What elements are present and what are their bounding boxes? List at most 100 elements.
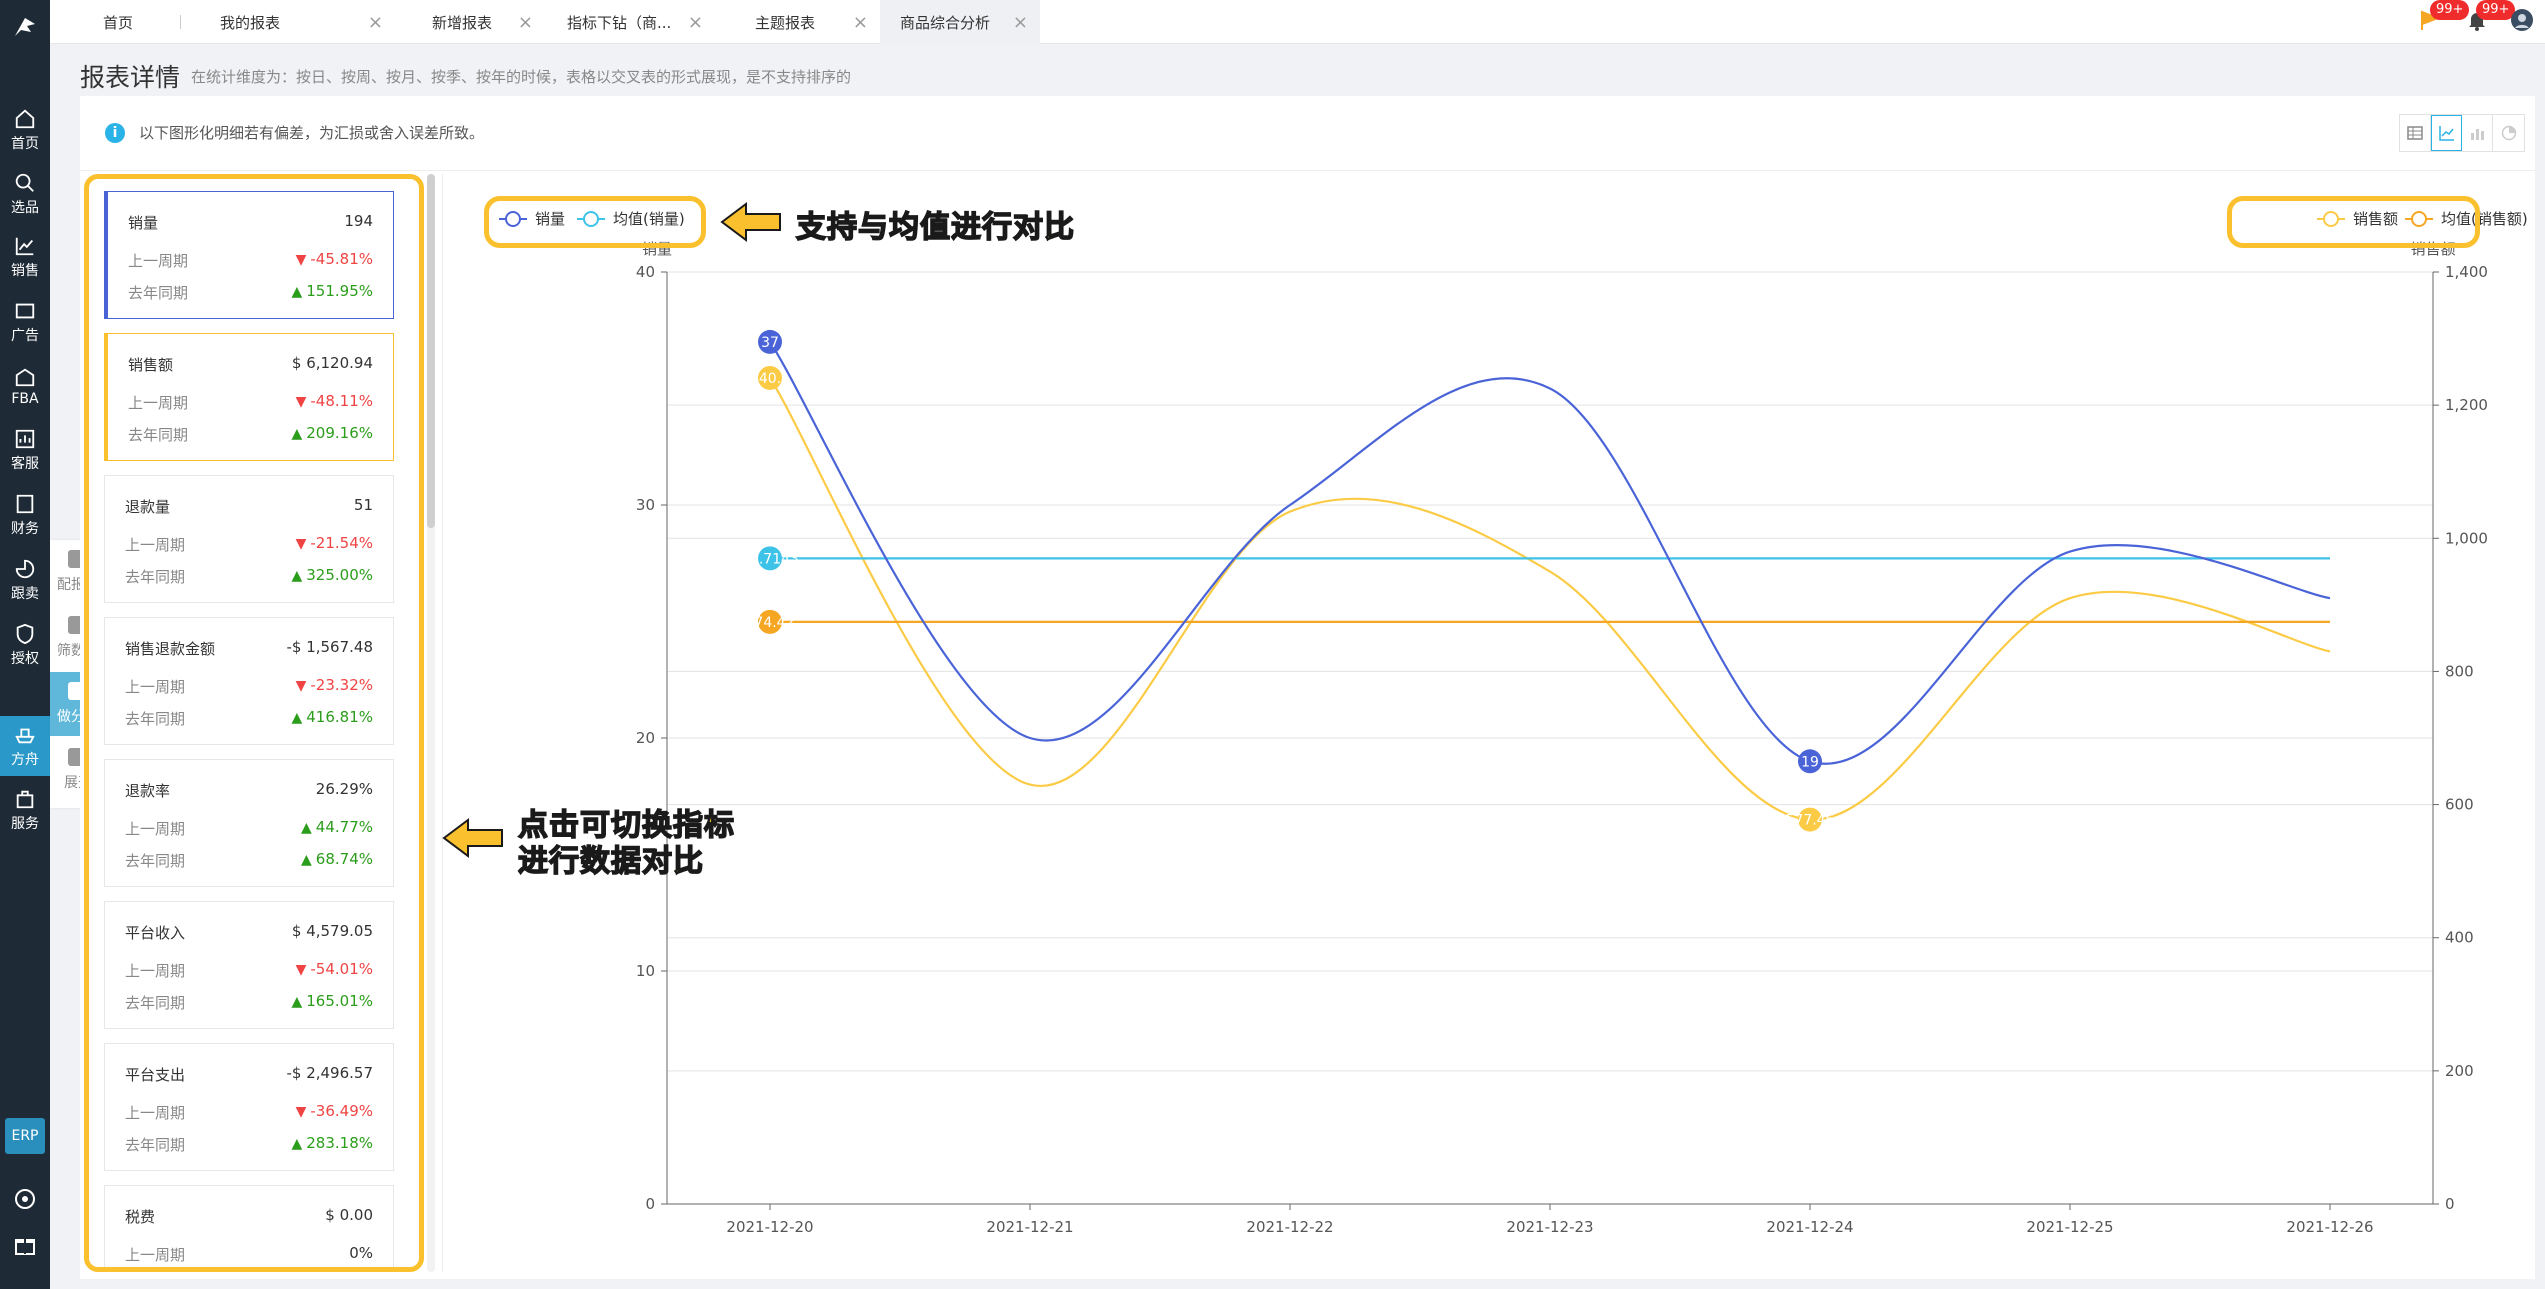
arrow-up-icon: ▲ — [291, 284, 303, 300]
metric-card[interactable]: 销售额 $ 6,120.94 上一周期 ▼ -48.11% 去年同期 ▲ 209.16% — [104, 333, 394, 461]
y-left-tick-label: 30 — [636, 496, 655, 514]
metric-value: -$ 1,567.48 — [286, 638, 373, 656]
metric-name: 销量 — [128, 214, 159, 232]
metric-card[interactable]: 退款量 51 上一周期 ▼ -21.54% 去年同期 ▲ 325.00% — [104, 475, 394, 603]
tab-label: 新增报表 — [432, 13, 493, 32]
close-icon[interactable]: × — [688, 12, 703, 33]
close-icon[interactable]: × — [518, 12, 533, 33]
tab-home[interactable]: 首页 — [50, 0, 180, 44]
line-chart-view-button[interactable] — [2431, 115, 2462, 151]
tab-my-reports[interactable]: 我的报表 × — [185, 0, 395, 44]
metric-card[interactable]: 销量 194 上一周期 ▼ -45.81% 去年同期 ▲ 151.95% — [104, 191, 394, 319]
bar-chart-view-button[interactable] — [2462, 115, 2493, 151]
avatar[interactable] — [2510, 8, 2534, 32]
nav-item-label: 服务 — [11, 815, 39, 832]
tab-label: 指标下钻（商... — [567, 13, 672, 32]
metric-scrollbar-thumb[interactable] — [427, 174, 435, 528]
erp-button[interactable]: ERP — [5, 1118, 45, 1154]
compare-percent-value: -54.01% — [310, 960, 373, 978]
nav-item-label: 授权 — [11, 650, 39, 667]
compare-percent: ▼ -21.54% — [296, 534, 373, 552]
close-icon[interactable]: × — [853, 12, 868, 33]
x-tick-label: 2021-12-25 — [2026, 1218, 2113, 1236]
metric-name: 税费 — [125, 1208, 156, 1226]
x-tick-label: 2021-12-23 — [1506, 1218, 1593, 1236]
nav-item-1[interactable]: 选品 — [0, 164, 50, 224]
nav-item-8[interactable]: 授权 — [0, 615, 50, 675]
view-toggle — [2399, 114, 2525, 152]
metric-compare-row: 上一周期 ▼ -23.32% — [125, 676, 373, 697]
compare-percent: 0% — [349, 1244, 373, 1262]
metric-name: 退款量 — [125, 498, 171, 516]
x-tick-label: 2021-12-21 — [986, 1218, 1073, 1236]
metric-value: 194 — [344, 212, 373, 230]
metric-value: $ 6,120.94 — [291, 354, 373, 372]
notification-badge: 99+ — [2430, 0, 2470, 20]
metric-card[interactable]: 平台支出 -$ 2,496.57 上一周期 ▼ -36.49% 去年同期 ▲ 283.18% — [104, 1043, 394, 1171]
metric-list-highlight: 销量 194 上一周期 ▼ -45.81% 去年同期 ▲ 151.95% 销售额 $ 6,120.… — [84, 174, 424, 1272]
metric-compare-row: 去年同期 ▲ 325.00% — [125, 566, 373, 587]
legend-right-highlight — [2227, 196, 2480, 248]
compare-percent: ▲ 44.77% — [301, 818, 373, 836]
home-icon — [15, 109, 35, 128]
nav-item-9[interactable]: 方舟 — [0, 716, 50, 776]
nav-item-10[interactable]: 服务 — [0, 780, 50, 840]
compare-percent-value: 151.95% — [306, 282, 373, 300]
bag-icon — [16, 790, 34, 808]
ad-icon — [15, 303, 35, 318]
page-title: 报表详情 — [80, 63, 181, 92]
close-icon[interactable]: × — [1013, 12, 1028, 33]
nav-item-7[interactable]: 跟卖 — [0, 550, 50, 610]
nav-item-0[interactable]: 首页 — [0, 100, 50, 160]
ark-icon — [15, 728, 35, 743]
data-label: 577.46 — [1786, 813, 1835, 829]
arrow-up-icon: ▲ — [291, 994, 303, 1010]
nav-item-5[interactable]: 客服 — [0, 420, 50, 480]
nav-item-6[interactable]: 财务 — [0, 485, 50, 545]
tab-metric-drilldown[interactable]: 指标下钻（商... × — [545, 0, 715, 44]
compare-percent-value: -45.81% — [310, 250, 373, 268]
metric-card[interactable]: 销售退款金额 -$ 1,567.48 上一周期 ▼ -23.32% 去年同期 ▲ 416.81… — [104, 617, 394, 745]
metric-name: 平台收入 — [125, 924, 186, 942]
compare-percent: ▲ 165.01% — [291, 992, 373, 1010]
legend-left-highlight — [484, 196, 706, 248]
tab-theme-report[interactable]: 主题报表 × — [715, 0, 880, 44]
x-tick-label: 2021-12-26 — [2286, 1218, 2373, 1236]
compare-percent-value: -21.54% — [310, 534, 373, 552]
data-label: 19 — [1801, 754, 1819, 770]
pie-chart-view-button[interactable] — [2493, 115, 2524, 151]
compare-percent: ▲ 209.16% — [291, 424, 373, 442]
metric-card[interactable]: 税费 $ 0.00 上一周期 0% — [104, 1185, 394, 1267]
metric-compare-row: 去年同期 ▲ 416.81% — [125, 708, 373, 729]
pie-icon — [15, 559, 35, 578]
headset-icon[interactable] — [13, 1187, 37, 1211]
metric-card[interactable]: 退款率 26.29% 上一周期 ▲ 44.77% 去年同期 ▲ 68.74% — [104, 759, 394, 887]
metric-name: 平台支出 — [125, 1066, 186, 1084]
tab-bar: 首页 我的报表 × 新增报表 × 指标下钻（商... × 主题报表 × 商品综合分析 × … — [50, 0, 2545, 44]
arrow-up-icon: ▲ — [291, 1136, 303, 1152]
nav-item-2[interactable]: 销售 — [0, 227, 50, 287]
compare-label: 上一周期 — [128, 394, 189, 412]
metric-compare-row: 上一周期 0% — [125, 1244, 373, 1265]
compare-label: 去年同期 — [125, 994, 186, 1012]
y-right-tick-label: 1,000 — [2445, 529, 2488, 547]
metric-list: 销量 194 上一周期 ▼ -45.81% 去年同期 ▲ 151.95% 销售额 $ 6,120.… — [104, 191, 394, 1267]
table-view-button[interactable] — [2400, 115, 2431, 151]
tab-new-report[interactable]: 新增报表 × — [395, 0, 545, 44]
nav-item-label: 跟卖 — [11, 585, 39, 602]
notice-bar: i 以下图形化明细若有偏差，为汇损或舍入误差所致。 — [105, 122, 484, 143]
tab-product-analysis[interactable]: 商品综合分析 × — [880, 0, 1040, 44]
gift-icon[interactable] — [13, 1233, 37, 1257]
nav-item-4[interactable]: FBA — [0, 356, 50, 416]
annotation-switch-metric-line2: 进行数据对比 — [517, 843, 704, 880]
tab-label: 我的报表 — [220, 13, 281, 32]
dollar-icon — [16, 494, 34, 513]
metric-compare-row: 上一周期 ▲ 44.77% — [125, 818, 373, 839]
annotation-compare-average: 支持与均值进行对比 — [795, 209, 1075, 246]
compare-percent: ▼ -54.01% — [296, 960, 373, 978]
logo-icon[interactable] — [0, 8, 50, 48]
nav-item-3[interactable]: 广告 — [0, 292, 50, 352]
close-icon[interactable]: × — [368, 12, 383, 33]
line-chart-icon — [2438, 126, 2454, 141]
metric-card[interactable]: 平台收入 $ 4,579.05 上一周期 ▼ -54.01% 去年同期 ▲ 165.01% — [104, 901, 394, 1029]
